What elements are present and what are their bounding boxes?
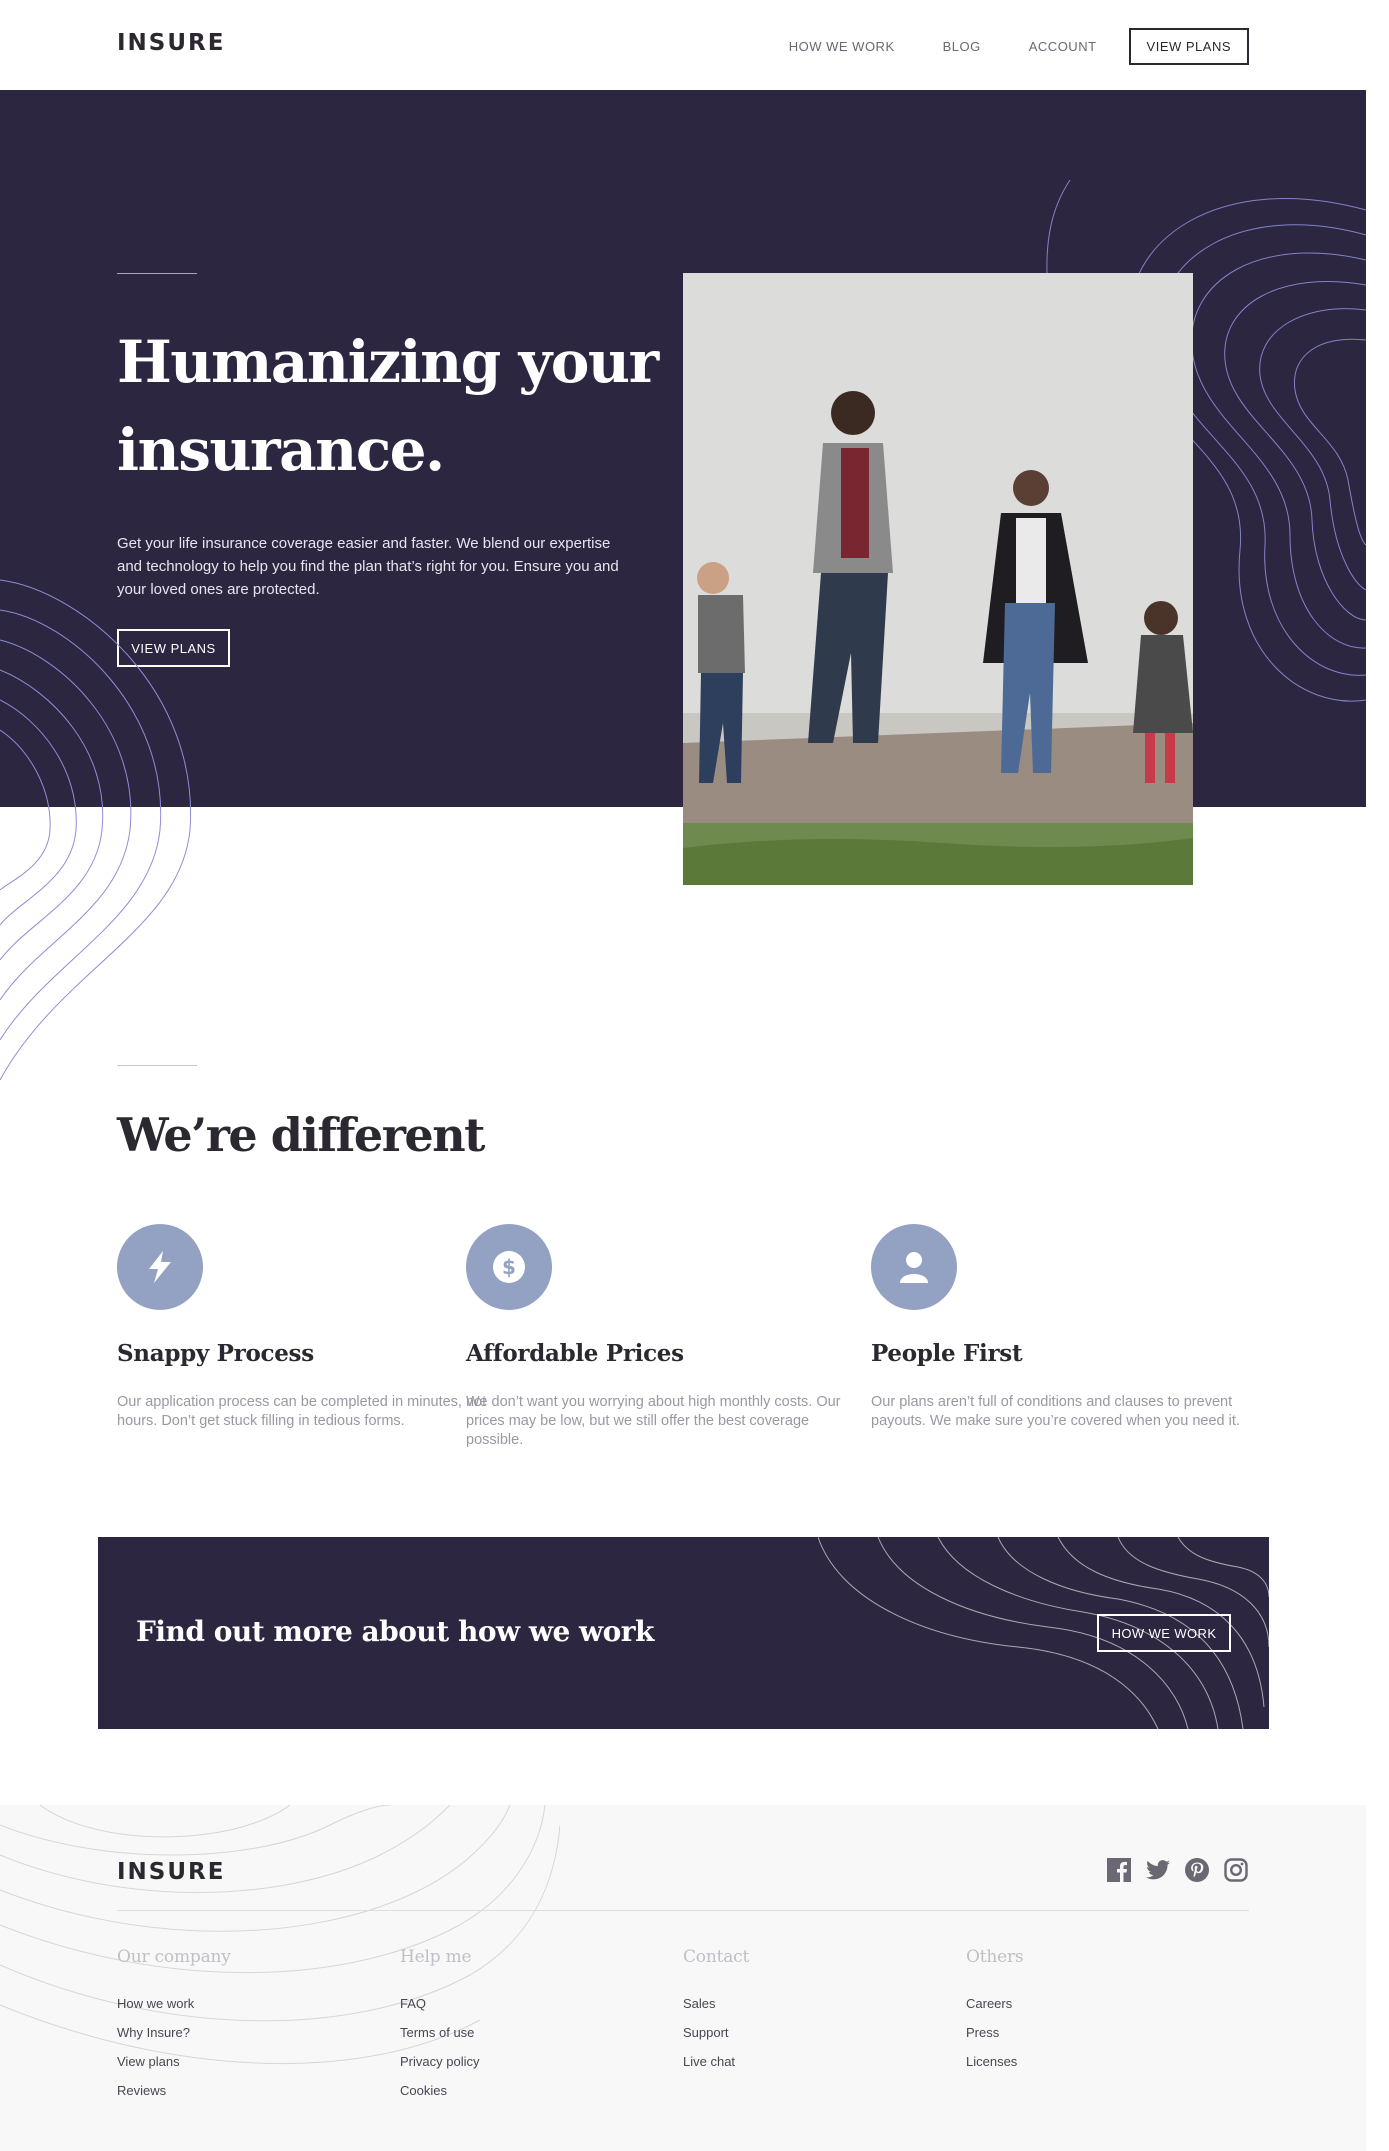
hero-title-line1: Humanizing your (117, 328, 659, 396)
footer-link-why-insure[interactable]: Why Insure? (117, 2018, 357, 2047)
cta-title: Find out more about how we work (136, 1615, 654, 1648)
feature-snappy-process: Snappy Process Our application process c… (117, 1224, 517, 1431)
footer-divider (117, 1910, 1249, 1911)
footer-column-title: Our company (117, 1947, 231, 1967)
svg-text:$: $ (502, 1255, 516, 1279)
feature-description: Our plans aren’t full of conditions and … (871, 1394, 1240, 1429)
footer-column-others: Others Careers Press Licenses (966, 1947, 1206, 2076)
footer-column-contact: Contact Sales Support Live chat (683, 1947, 923, 2076)
hero-family-photo (683, 273, 1193, 885)
footer-link-licenses[interactable]: Licenses (966, 2047, 1206, 2076)
feature-description: We don’t want you worrying about high mo… (466, 1394, 841, 1448)
view-plans-nav-button[interactable]: VIEW PLANS (1128, 28, 1249, 65)
site-footer: INSURE Our company How we work Why Insur… (0, 1805, 1366, 2151)
footer-link-careers[interactable]: Careers (966, 1989, 1206, 2018)
footer-link-reviews[interactable]: Reviews (117, 2076, 357, 2105)
footer-logo[interactable]: INSURE (117, 1859, 225, 1885)
hero-accent-line (117, 273, 197, 274)
footer-column-our-company: Our company How we work Why Insure? View… (117, 1947, 357, 2105)
nav-how-we-work[interactable]: HOW WE WORK (789, 39, 895, 54)
lightning-icon (117, 1224, 203, 1310)
nav-account[interactable]: ACCOUNT (1029, 39, 1097, 54)
footer-link-support[interactable]: Support (683, 2018, 923, 2047)
footer-logo-text: INSURE (117, 1859, 226, 1885)
footer-column-help-me: Help me FAQ Terms of use Privacy policy … (400, 1947, 640, 2105)
hero-title: Humanizing your insurance. (117, 318, 677, 494)
footer-link-privacy-policy[interactable]: Privacy policy (400, 2047, 640, 2076)
footer-column-title: Others (966, 1947, 1024, 1967)
feature-people-first: People First Our plans aren’t full of co… (871, 1224, 1271, 1431)
how-we-work-cta: Find out more about how we work HOW WE W… (98, 1537, 1269, 1729)
footer-column-title: Help me (400, 1947, 472, 1967)
instagram-icon[interactable] (1223, 1857, 1249, 1883)
contour-pattern-left (0, 579, 192, 1081)
how-we-work-button[interactable]: HOW WE WORK (1097, 1614, 1231, 1652)
footer-link-press[interactable]: Press (966, 2018, 1206, 2047)
feature-title: People First (871, 1340, 1023, 1367)
facebook-icon[interactable] (1106, 1857, 1132, 1883)
feature-description: Our application process can be completed… (117, 1394, 487, 1429)
feature-title: Affordable Prices (466, 1340, 684, 1367)
twitter-icon[interactable] (1145, 1857, 1171, 1883)
footer-link-how-we-work[interactable]: How we work (117, 1989, 357, 2018)
footer-link-view-plans[interactable]: View plans (117, 2047, 357, 2076)
footer-link-terms-of-use[interactable]: Terms of use (400, 2018, 640, 2047)
footer-link-faq[interactable]: FAQ (400, 1989, 640, 2018)
dollar-icon: $ (466, 1224, 552, 1310)
footer-link-live-chat[interactable]: Live chat (683, 2047, 923, 2076)
footer-column-title: Contact (683, 1947, 750, 1967)
different-title: We’re different (117, 1108, 485, 1162)
hero-title-line2: insurance. (117, 416, 445, 484)
footer-link-cookies[interactable]: Cookies (400, 2076, 640, 2105)
social-links (1093, 1857, 1249, 1883)
feature-affordable-prices: $ Affordable Prices We don’t want you wo… (466, 1224, 866, 1450)
person-icon (871, 1224, 957, 1310)
site-header: INSURE HOW WE WORK BLOG ACCOUNT VIEW PLA… (0, 0, 1389, 90)
logo-text: INSURE (117, 30, 226, 56)
pinterest-icon[interactable] (1184, 1857, 1210, 1883)
different-accent-line (117, 1065, 197, 1066)
feature-title: Snappy Process (117, 1340, 314, 1367)
main-nav: HOW WE WORK BLOG ACCOUNT VIEW PLANS (741, 28, 1249, 65)
nav-blog[interactable]: BLOG (943, 39, 981, 54)
footer-link-sales[interactable]: Sales (683, 1989, 923, 2018)
logo[interactable]: INSURE (117, 28, 225, 58)
